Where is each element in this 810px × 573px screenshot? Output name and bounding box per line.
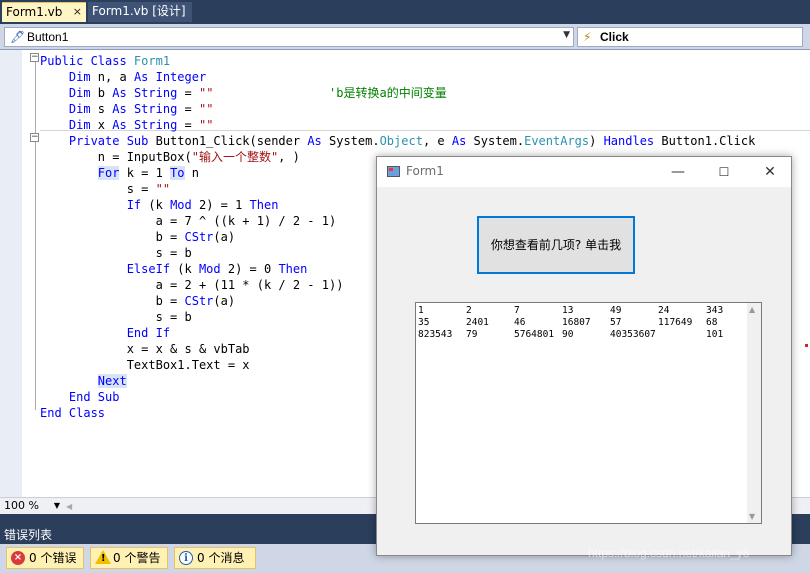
- textbox-value: 2401: [466, 317, 489, 328]
- scroll-left-icon[interactable]: ◀: [66, 502, 72, 511]
- messages-filter-button[interactable]: i 0 个消息: [174, 547, 256, 569]
- error-list-title: 错误列表: [4, 528, 53, 542]
- close-tab-icon[interactable]: ×: [73, 3, 82, 21]
- form1-titlebar[interactable]: Form1 — ☐ ✕: [377, 157, 791, 187]
- textbox-line: 1 2 7 13 49 24 343: [418, 305, 747, 317]
- event-dropdown[interactable]: ⚡ Click: [577, 27, 803, 47]
- minimize-icon[interactable]: —: [663, 161, 693, 183]
- zoom-dropdown[interactable]: 100 % ▼: [4, 499, 62, 513]
- textbox1[interactable]: 1 2 7 13 49 24 343 35 2401 46 16807 57 117649 68 82354…: [415, 302, 762, 524]
- textbox-value: 2: [466, 305, 472, 316]
- scroll-down-icon[interactable]: ▼: [749, 512, 755, 521]
- code-line[interactable]: Dim x As String = "": [40, 117, 755, 133]
- close-icon[interactable]: ✕: [755, 161, 785, 183]
- textbox-value: 343: [706, 305, 724, 316]
- form1-window: Form1 — ☐ ✕ 你想查看前几项? 单击我 1 2 7 13 49 24 343 35 2…: [376, 156, 792, 556]
- messages-count: 0 个消息: [197, 551, 245, 565]
- errors-filter-button[interactable]: × 0 个错误: [6, 547, 84, 569]
- textbox-value: 5764801: [514, 329, 555, 340]
- textbox-value: 117649: [658, 317, 693, 328]
- textbox-value: 40353607: [610, 329, 656, 340]
- textbox-value: 24: [658, 305, 670, 316]
- maximize-icon[interactable]: ☐: [709, 161, 739, 183]
- textbox-value: 79: [466, 329, 478, 340]
- scroll-up-icon[interactable]: ▲: [749, 305, 755, 314]
- textbox-value: 101: [706, 329, 724, 340]
- code-navigation-bar: 🖋 Button1 ▼ ⚡ Click: [0, 24, 810, 50]
- textbox-value: 35: [418, 317, 430, 328]
- chevron-down-icon[interactable]: ▼: [563, 30, 570, 40]
- code-line[interactable]: Dim n, a As Integer: [40, 69, 755, 85]
- textbox-value: 90: [562, 329, 574, 340]
- lightning-event-icon: ⚡: [583, 30, 592, 44]
- textbox-line: 35 2401 46 16807 57 117649 68: [418, 317, 747, 329]
- info-icon: i: [179, 551, 193, 565]
- class-member-icon: 🖋: [10, 30, 26, 44]
- textbox-value: 16807: [562, 317, 591, 328]
- code-line[interactable]: Private Sub Button1_Click(sender As Syst…: [40, 133, 755, 149]
- tab-form1-code[interactable]: Form1.vb ×: [2, 2, 86, 22]
- breakpoint-marker: [805, 344, 808, 347]
- collapse-sub-icon[interactable]: −: [30, 133, 39, 142]
- error-icon: ×: [11, 551, 25, 565]
- object-dropdown-value: Button1: [27, 30, 69, 44]
- textbox1-content: 1 2 7 13 49 24 343 35 2401 46 16807 57 117649 68 82354…: [418, 305, 747, 341]
- tab-form1-designer[interactable]: Form1.vb [设计]: [88, 2, 192, 22]
- code-line[interactable]: Public Class Form1: [40, 53, 755, 69]
- textbox-value: 49: [610, 305, 622, 316]
- watermark: https://blog.csdn.net/kailan_y8: [588, 546, 750, 560]
- textbox-value: 7: [514, 305, 520, 316]
- outline-guide: [35, 62, 36, 410]
- code-line[interactable]: Dim s As String = "": [40, 101, 755, 117]
- zoom-level: 100 %: [4, 499, 39, 512]
- collapse-class-icon[interactable]: −: [30, 53, 39, 62]
- textbox-value: 68: [706, 317, 718, 328]
- textbox-value: 1: [418, 305, 424, 316]
- form-app-icon: [387, 166, 400, 177]
- textbox-value: 823543: [418, 329, 453, 340]
- textbox-value: 46: [514, 317, 526, 328]
- warnings-filter-button[interactable]: ! 0 个警告: [90, 547, 168, 569]
- code-line[interactable]: Dim b As String = "" 'b是转换a的中间变量: [40, 85, 755, 101]
- button1[interactable]: 你想查看前几项? 单击我: [477, 216, 635, 274]
- textbox-value: 57: [610, 317, 622, 328]
- textbox-line: 823543 79 5764801 90 40353607 101: [418, 329, 747, 341]
- textbox-value: 13: [562, 305, 574, 316]
- document-tab-strip: Form1.vb × Form1.vb [设计]: [0, 0, 810, 22]
- errors-count: 0 个错误: [29, 551, 77, 565]
- event-dropdown-value: Click: [600, 30, 629, 44]
- form1-title: Form1: [406, 164, 444, 178]
- textbox-vertical-scrollbar[interactable]: ▲ ▼: [747, 303, 761, 523]
- tab-label: Form1.vb [设计]: [92, 4, 186, 18]
- object-dropdown[interactable]: 🖋 Button1 ▼: [4, 27, 574, 47]
- tab-label: Form1.vb: [6, 5, 63, 19]
- warnings-count: 0 个警告: [113, 551, 161, 565]
- chevron-down-icon[interactable]: ▼: [54, 499, 60, 513]
- editor-margin: [0, 50, 22, 497]
